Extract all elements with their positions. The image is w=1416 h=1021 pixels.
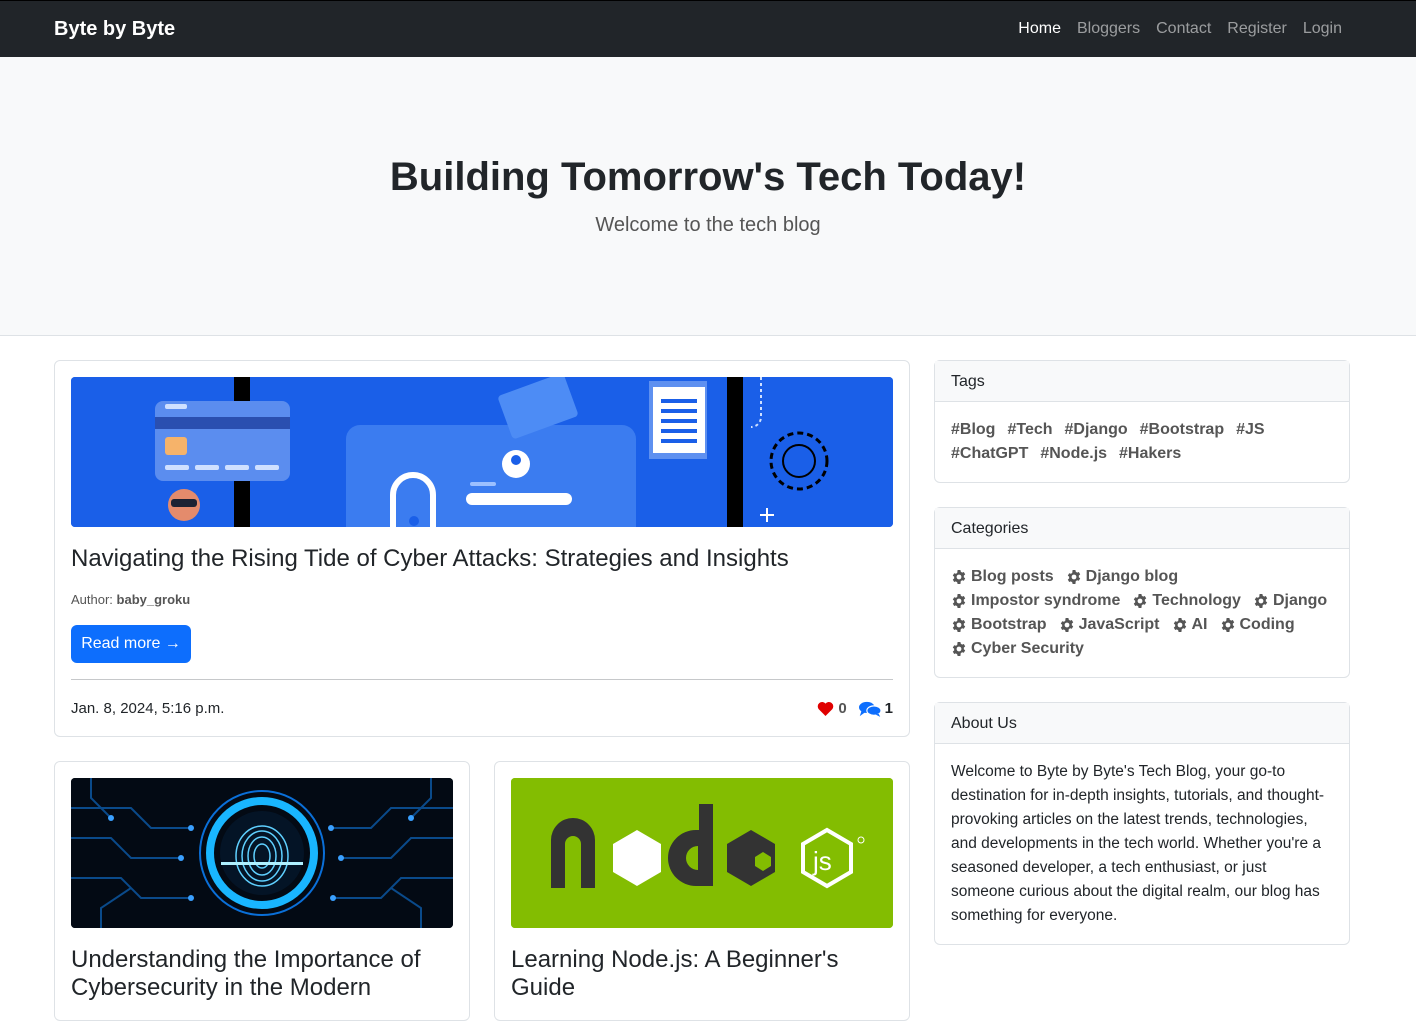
gear-icon — [951, 617, 967, 633]
gear-icon — [1059, 617, 1075, 633]
categories-header: Categories — [935, 508, 1349, 549]
post-image-nodejs[interactable]: js — [511, 778, 893, 928]
tag-hakers[interactable]: #Hakers — [1119, 442, 1181, 466]
read-more-button[interactable]: Read more → — [71, 625, 191, 663]
gear-icon — [951, 569, 967, 585]
nav-home[interactable]: Home — [1018, 20, 1061, 38]
category-label: Django blog — [1085, 568, 1179, 585]
tag-nodejs[interactable]: #Node.js — [1040, 442, 1107, 466]
category-label: Technology — [1152, 592, 1241, 609]
nav-bloggers[interactable]: Bloggers — [1077, 20, 1140, 38]
brand-logo[interactable]: Byte by Byte — [54, 18, 175, 41]
nav-contact[interactable]: Contact — [1156, 20, 1211, 38]
tags-list: #Blog #Tech #Django #Bootstrap #JS #Chat… — [951, 418, 1333, 466]
hero-section: Building Tomorrow's Tech Today! Welcome … — [0, 57, 1416, 336]
heart-icon[interactable] — [817, 701, 834, 716]
category-item[interactable]: Coding — [1220, 613, 1295, 637]
post-stats: 0 1 — [817, 700, 893, 717]
categories-widget: Categories Blog posts Django blog Impost… — [934, 507, 1350, 678]
featured-post-image[interactable] — [71, 377, 893, 527]
category-item[interactable]: Cyber Security — [951, 637, 1084, 661]
hero-title: Building Tomorrow's Tech Today! — [389, 155, 1027, 199]
tag-js[interactable]: #JS — [1236, 418, 1264, 442]
category-item[interactable]: Blog posts — [951, 565, 1054, 589]
comments-count: 1 — [884, 700, 893, 717]
tags-widget: Tags #Blog #Tech #Django #Bootstrap #JS … — [934, 360, 1350, 483]
about-text: Welcome to Byte by Byte's Tech Blog, you… — [951, 763, 1325, 924]
about-widget: About Us Welcome to Byte by Byte's Tech … — [934, 702, 1350, 945]
nav-register[interactable]: Register — [1227, 20, 1287, 38]
post-date: Jan. 8, 2024, 5:16 p.m. — [71, 700, 225, 717]
about-header: About Us — [935, 703, 1349, 744]
category-item[interactable]: Django blog — [1066, 565, 1178, 589]
category-label: AI — [1191, 616, 1208, 633]
likes-count: 0 — [838, 700, 847, 717]
category-item[interactable]: Django — [1253, 589, 1327, 613]
tag-bootstrap[interactable]: #Bootstrap — [1140, 418, 1224, 442]
category-label: Coding — [1239, 616, 1295, 633]
hero-subtitle: Welcome to the tech blog — [595, 214, 821, 236]
tags-header: Tags — [935, 361, 1349, 402]
category-item[interactable]: AI — [1172, 613, 1208, 637]
category-label: Blog posts — [971, 568, 1054, 585]
author-label: Author: — [71, 592, 113, 607]
post-card: Understanding the Importance of Cybersec… — [54, 761, 470, 1021]
gear-icon — [1132, 593, 1148, 609]
comments-icon[interactable] — [858, 701, 881, 717]
category-item[interactable]: Impostor syndrome — [951, 589, 1120, 613]
tag-tech[interactable]: #Tech — [1007, 418, 1052, 442]
category-item[interactable]: JavaScript — [1059, 613, 1160, 637]
post-image-cybersecurity[interactable] — [71, 778, 453, 928]
categories-list: Blog posts Django blog Impostor syndrome… — [951, 565, 1333, 661]
category-label: JavaScript — [1078, 616, 1160, 633]
author-name[interactable]: baby_groku — [117, 592, 191, 607]
category-item[interactable]: Bootstrap — [951, 613, 1047, 637]
featured-post-card: Navigating the Rising Tide of Cyber Atta… — [54, 360, 910, 737]
tag-blog[interactable]: #Blog — [951, 418, 995, 442]
gear-icon — [1253, 593, 1269, 609]
tag-django[interactable]: #Django — [1065, 418, 1128, 442]
tag-chatgpt[interactable]: #ChatGPT — [951, 442, 1028, 466]
gear-icon — [1172, 617, 1188, 633]
post-card: js Learning Node.js: A Beginner's Guide — [494, 761, 910, 1021]
category-label: Cyber Security — [971, 640, 1084, 657]
card-divider — [71, 679, 893, 680]
top-navbar: Byte by Byte Home Bloggers Contact Regis… — [0, 0, 1416, 57]
gear-icon — [1220, 617, 1236, 633]
gear-icon — [951, 641, 967, 657]
nav-links: Home Bloggers Contact Register Login — [1018, 20, 1342, 38]
category-label: Impostor syndrome — [971, 592, 1121, 609]
category-label: Django — [1272, 592, 1328, 609]
nav-login[interactable]: Login — [1303, 20, 1342, 38]
gear-icon — [1066, 569, 1082, 585]
category-label: Bootstrap — [971, 616, 1047, 633]
svg-text:js: js — [812, 846, 832, 876]
gear-icon — [951, 593, 967, 609]
featured-post-author: Author: baby_groku — [71, 592, 190, 607]
category-item[interactable]: Technology — [1132, 589, 1241, 613]
featured-post-title[interactable]: Navigating the Rising Tide of Cyber Atta… — [71, 545, 789, 573]
